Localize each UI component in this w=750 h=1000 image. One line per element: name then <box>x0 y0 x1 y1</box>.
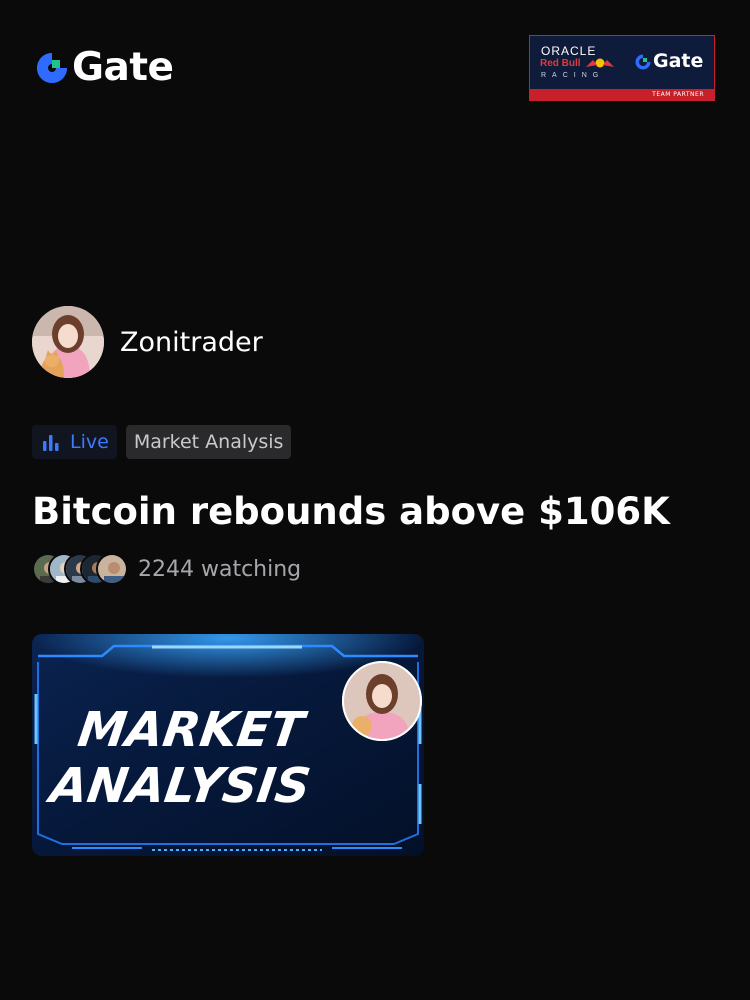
brand-name: Gate <box>72 45 174 90</box>
thumbnail-title-line1: MARKET <box>75 702 311 758</box>
partner-caption: TEAM PARTNER <box>652 91 704 98</box>
host-row[interactable]: Zonitrader <box>32 306 263 378</box>
host-avatar-image <box>32 306 104 378</box>
category-tag[interactable]: Market Analysis <box>125 425 292 459</box>
gate-logo[interactable]: Gate <box>34 45 174 90</box>
partner-brand-name: Gate <box>653 50 704 72</box>
partner-caption-band: TEAM PARTNER <box>530 89 714 100</box>
partner-gate-logo: Gate <box>634 52 703 71</box>
stream-title: Bitcoin rebounds above $106K <box>32 490 670 533</box>
host-name[interactable]: Zonitrader <box>120 327 263 358</box>
viewer-avatars <box>32 553 128 585</box>
live-label: Live <box>70 431 109 453</box>
team-partner-badge: ORACLE Red Bull RACING Gate TEAM PARTNER <box>529 35 715 101</box>
red-bull-wordmark: Red Bull <box>540 58 581 69</box>
thumbnail-image: MARKET ANALYSIS <box>32 634 424 856</box>
live-badge: Live <box>32 425 117 459</box>
thumbnail-title-line2: ANALYSIS <box>43 758 314 814</box>
live-bars-icon <box>43 435 59 451</box>
viewer-avatar <box>96 553 128 585</box>
oracle-wordmark: ORACLE <box>541 44 597 58</box>
racing-wordmark: RACING <box>541 72 605 79</box>
viewer-count-row: 2244 watching <box>32 553 301 585</box>
stream-tags: Live Market Analysis <box>32 425 292 459</box>
category-label: Market Analysis <box>133 431 284 453</box>
gate-logo-icon <box>635 54 651 69</box>
stream-thumbnail[interactable]: MARKET ANALYSIS <box>32 634 424 856</box>
watching-count: 2244 watching <box>138 556 302 582</box>
red-bull-icon <box>586 58 614 68</box>
host-avatar[interactable] <box>32 306 104 378</box>
gate-logo-icon <box>37 52 67 83</box>
